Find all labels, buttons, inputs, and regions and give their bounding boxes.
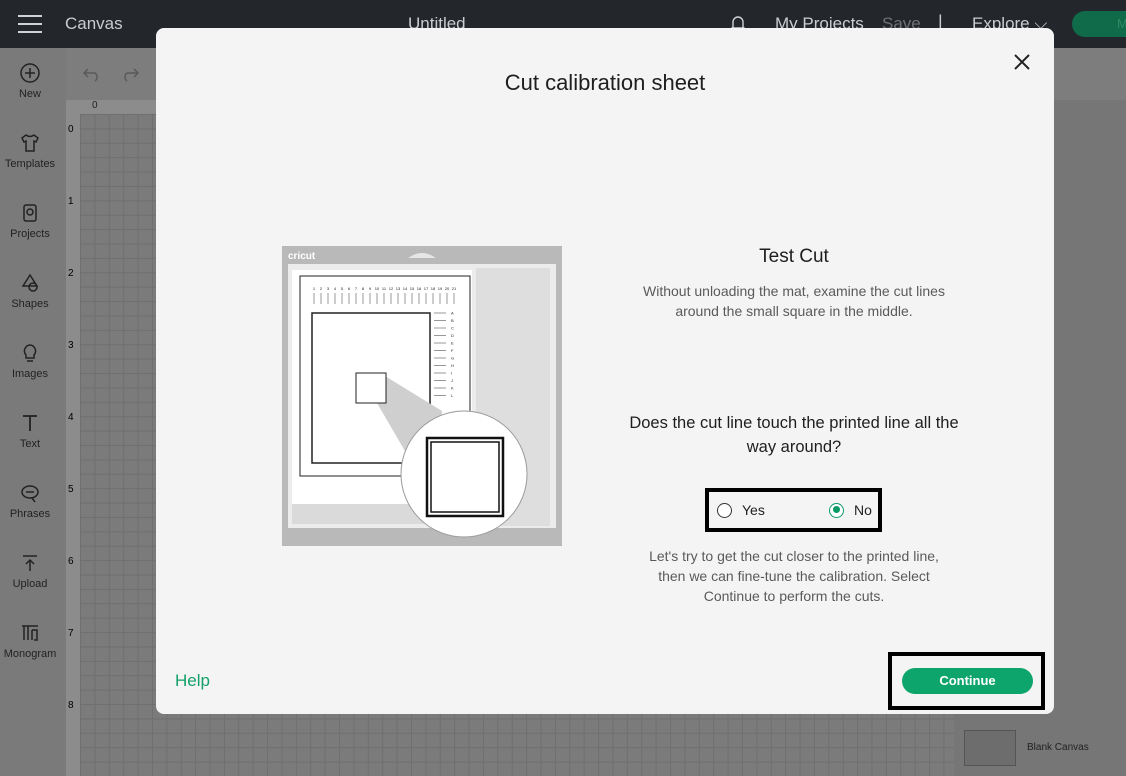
ruler-label: 6 [68,556,74,567]
sidebar-item-label: Monogram [3,648,57,660]
mat-column-number: 18 [431,286,436,291]
close-icon[interactable] [1010,50,1034,74]
ruler-label: 8 [68,700,74,711]
ruler-label: 0 [68,124,74,135]
test-cut-heading: Test Cut [759,246,829,267]
hamburger-menu-icon[interactable] [18,15,42,33]
mat-row-letter: D [451,333,454,338]
mat-column-number: 15 [410,286,415,291]
ruler-label: 0 [92,100,98,111]
sidebar-item-images[interactable]: Images [0,342,60,380]
continue-button[interactable]: Continue [902,668,1033,694]
sidebar-item-label: Text [19,438,41,450]
mat-column-number: 12 [389,286,394,291]
lightbulb-icon [23,344,37,362]
sidebar-item-label: New [18,88,41,100]
sidebar-item-label: Templates [4,158,56,170]
undo-icon[interactable] [82,66,102,82]
sidebar-item-projects[interactable]: Projects [0,202,60,240]
dialog-title: Cut calibration sheet [504,70,706,95]
blank-canvas-thumbnail[interactable] [964,730,1016,766]
cut-calibration-dialog: Cut calibration sheet cricut 1 2 3 4 5 6 7 8 9 10… [156,28,1054,714]
radio-no-option[interactable]: No [829,502,872,518]
make-it-button[interactable]: M [1072,11,1126,37]
cut-line-question: Does the cut line touch the printed line… [629,414,959,456]
sidebar-item-phrases[interactable]: Phrases [0,482,60,520]
radio-no-label: No [854,502,872,518]
upload-icon [23,555,37,571]
help-link[interactable]: Help [175,671,210,691]
sidebar-item-label: Phrases [9,508,51,520]
text-icon [23,415,37,431]
mat-column-number: 14 [403,286,408,291]
mat-column-number: 13 [396,286,401,291]
sidebar-item-monogram[interactable]: Monogram [0,622,60,660]
mat-column-number: 17 [424,286,429,291]
mat-column-number: 21 [452,286,457,291]
mat-column-number: 20 [445,286,450,291]
yes-no-radio-group: Yes No [705,488,882,532]
ruler-label: 7 [68,628,74,639]
mat-column-number: 19 [438,286,443,291]
sidebar-item-label: Images [11,368,49,380]
sidebar-item-templates[interactable]: Templates [0,132,60,170]
mat-row-letter: C [451,326,454,331]
ruler-label: 1 [68,196,74,207]
blank-canvas-label: Blank Canvas [1027,742,1089,753]
calibration-mat-illustration: cricut 1 2 3 4 5 6 7 8 9 10 11 12 13 14 15 16 17 18 19 20 21… [282,246,562,546]
mat-row-letter: G [451,356,454,361]
projects-icon [23,204,37,222]
shapes-icon [21,273,39,292]
sidebar-item-label: Projects [10,228,50,240]
app-name: Canvas [65,14,123,33]
cricut-logo: cricut [288,251,316,262]
mat-column-number: 16 [417,286,422,291]
redo-icon[interactable] [120,66,140,82]
monogram-icon [22,625,38,641]
continue-highlight: Continue [888,652,1045,710]
left-sidebar: New Templates Projects Shapes Images Tex… [0,48,66,776]
mat-row-letter: B [451,318,454,323]
sidebar-item-shapes[interactable]: Shapes [0,272,60,310]
mat-row-letter: A [451,311,454,316]
test-cut-description: Without unloading the mat, examine the c… [643,283,945,319]
tshirt-icon [21,134,39,152]
speech-bubble-icon [21,485,39,503]
radio-yes-label: Yes [742,502,765,518]
vertical-ruler: 0 1 2 3 4 5 6 7 8 [66,114,80,776]
radio-no[interactable] [829,502,844,518]
ruler-label: 2 [68,268,74,279]
ruler-label: 4 [68,412,74,423]
sidebar-item-new[interactable]: New [0,62,60,100]
mat-row-letter: E [451,341,454,346]
sidebar-item-label: Shapes [11,298,49,310]
mat-column-number: 10 [375,286,380,291]
mat-row-letter: K [451,386,454,391]
ruler-label: 5 [68,484,74,495]
ruler-label: 3 [68,340,74,351]
radio-yes-option[interactable]: Yes [717,502,765,518]
plus-circle-icon [20,63,40,83]
sidebar-item-text[interactable]: Text [0,412,60,450]
followup-instructions: Let's try to get the cut closer to the p… [649,548,939,604]
mat-row-letter: I [451,371,452,376]
sidebar-item-label: Upload [12,578,48,590]
mat-row-letter: H [451,363,454,368]
mat-tick-marks [313,293,455,304]
mat-row-letter: J [451,378,453,383]
sidebar-item-upload[interactable]: Upload [0,552,60,590]
radio-yes[interactable] [717,502,732,518]
